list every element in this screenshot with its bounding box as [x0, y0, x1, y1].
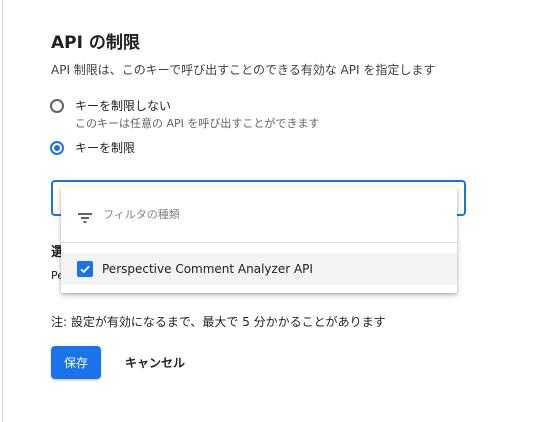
filter-list-icon	[77, 209, 93, 223]
filter-row	[61, 187, 457, 243]
filter-input[interactable]	[103, 208, 423, 221]
check-icon	[80, 265, 90, 274]
section-description: API 制限は、このキーで呼び出すことのできる有効な API を指定します	[51, 63, 436, 77]
section-title: API の制限	[51, 33, 140, 53]
panel-left-border	[2, 0, 3, 422]
radio-option-restrict[interactable]: キーを制限	[50, 140, 135, 156]
propagation-note: 注: 設定が有効になるまで、最大で 5 分かかることがあります	[51, 315, 386, 329]
radio-unrestricted[interactable]	[50, 99, 64, 113]
save-button[interactable]: 保存	[51, 346, 101, 379]
api-option-perspective[interactable]: Perspective Comment Analyzer API	[61, 253, 457, 285]
radio-unrestricted-sublabel: このキーは任意の API を呼び出すことができます	[75, 117, 320, 130]
radio-restrict-label: キーを制限	[75, 141, 136, 155]
radio-unrestricted-label: キーを制限しない	[75, 99, 172, 113]
api-option-checkbox[interactable]	[77, 261, 93, 277]
radio-restrict[interactable]	[50, 141, 64, 155]
cancel-button[interactable]: キャンセル	[115, 346, 195, 379]
api-dropdown-menu: Perspective Comment Analyzer API	[61, 187, 457, 293]
api-option-label: Perspective Comment Analyzer API	[102, 262, 313, 276]
radio-option-unrestricted[interactable]: キーを制限しない このキーは任意の API を呼び出すことができます	[50, 98, 319, 131]
